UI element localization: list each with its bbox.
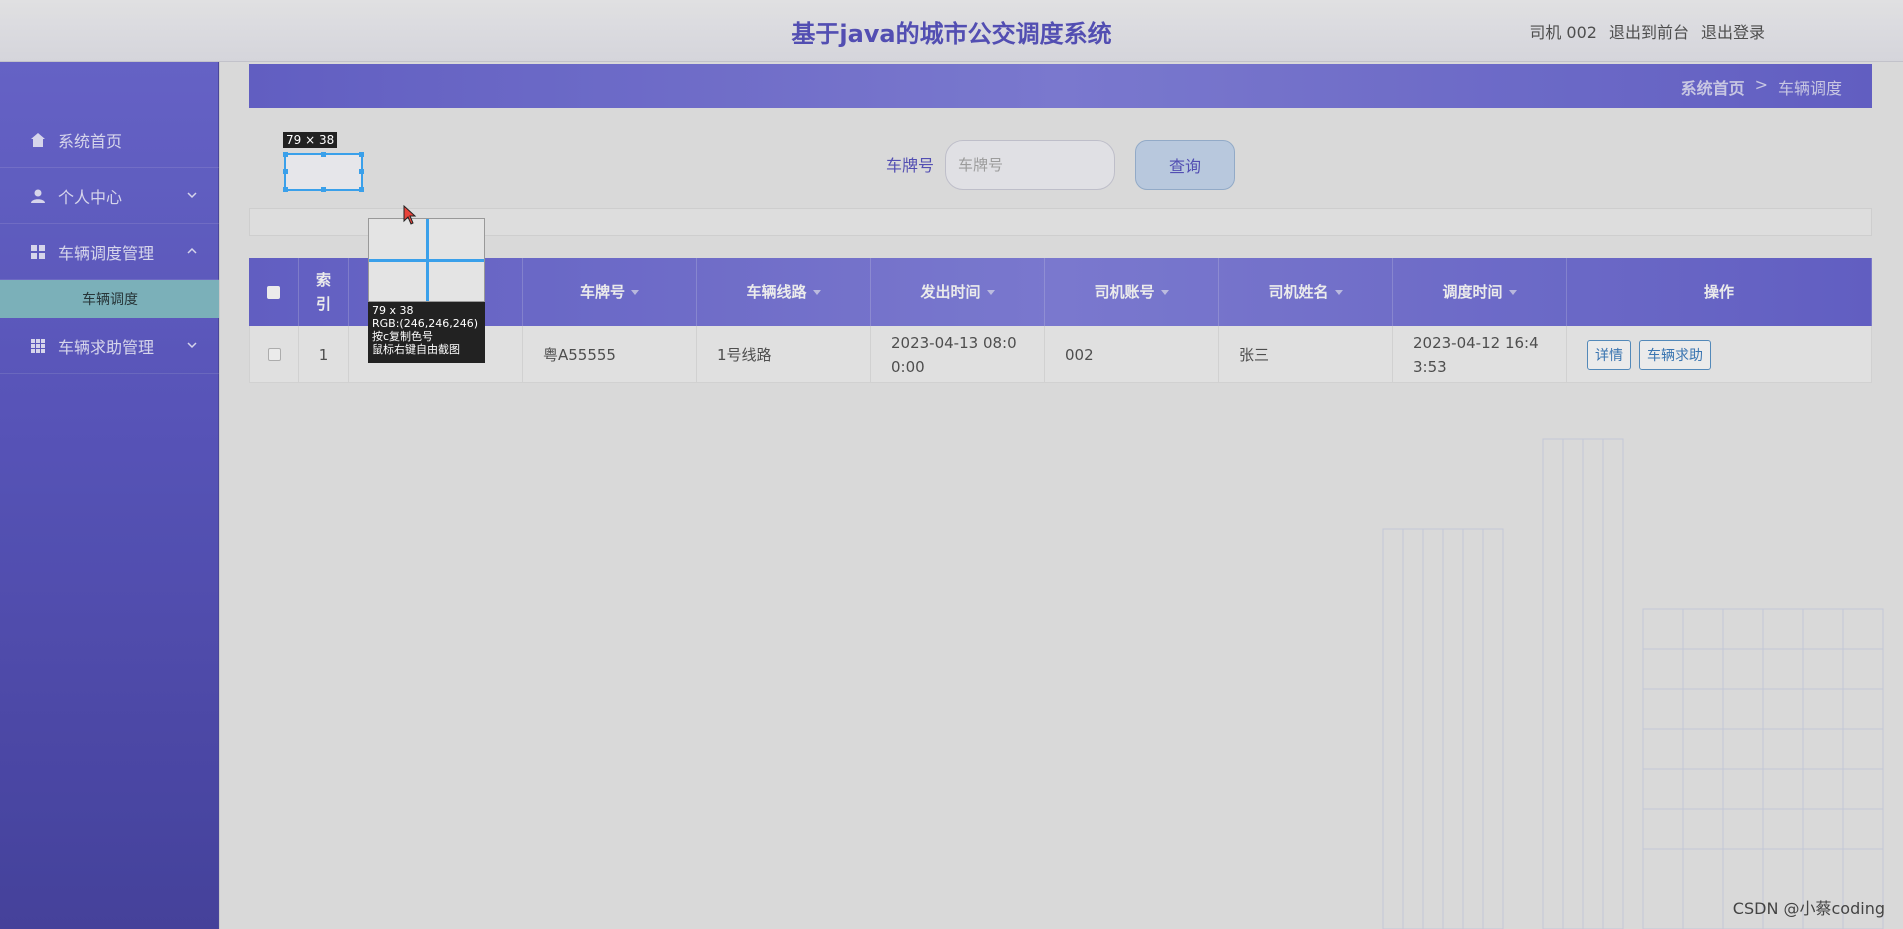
sort-icon [986, 289, 995, 295]
breadcrumb: 系统首页 > 车辆调度 [1681, 75, 1842, 99]
sidebar-item-label: 系统首页 [58, 131, 123, 151]
header-route[interactable]: 车辆线路 [697, 258, 871, 326]
sidebar-item-label: 车辆求助管理 [58, 337, 155, 357]
mouse-cursor-icon [403, 205, 417, 225]
header-driver-name-label: 司机姓名 [1268, 283, 1329, 301]
header-plate-label: 车牌号 [579, 283, 625, 301]
header-index: 索引 [299, 258, 349, 326]
header-actions: 操作 [1567, 258, 1872, 326]
header-plate[interactable]: 车牌号 [523, 258, 697, 326]
breadcrumb-separator: > [1754, 75, 1768, 94]
dispatch-table: 索引 车牌号 车辆线路 发出时间 司机账号 司机姓名 调度时间 操作 1 粤A5… [249, 258, 1872, 383]
header-depart[interactable]: 发出时间 [871, 258, 1045, 326]
watermark: CSDN @小蔡coding [1732, 899, 1885, 918]
header-dispatch-time[interactable]: 调度时间 [1393, 258, 1567, 326]
resize-handle[interactable] [283, 152, 288, 157]
resize-handle[interactable] [283, 169, 288, 174]
apps-icon [30, 338, 46, 354]
header-driver-account[interactable]: 司机账号 [1045, 258, 1219, 326]
magnifier-zoom [368, 218, 485, 302]
sort-icon [631, 289, 639, 295]
breadcrumb-current: 车辆调度 [1777, 79, 1842, 98]
back-to-front-link[interactable]: 退出到前台 [1609, 19, 1689, 43]
plate-search-label: 车牌号 [886, 156, 935, 175]
capture-magnifier: 79 x 38 RGB:(246,246,246) 按c复制色号 鼠标右键自由截… [368, 218, 485, 363]
header-checkbox-cell [249, 258, 299, 326]
search-button[interactable]: 查询 [1135, 140, 1235, 190]
building-background-image [1382, 438, 1884, 929]
mag-hint-copy: 按c复制色号 [372, 330, 434, 343]
resize-handle[interactable] [321, 152, 326, 157]
mag-hint-free: 鼠标右键自由截图 [372, 343, 460, 356]
home-icon [30, 132, 46, 148]
grid-icon [30, 244, 46, 260]
row-checkbox-cell [250, 326, 299, 383]
vehicle-help-button[interactable]: 车辆求助 [1639, 339, 1711, 370]
user-icon [30, 188, 46, 204]
cell-driver-account: 002 [1045, 326, 1219, 383]
cell-actions: 详情 车辆求助 [1567, 326, 1872, 383]
sort-icon [812, 289, 821, 295]
sort-icon [1334, 289, 1343, 295]
header-route-label: 车辆线路 [746, 283, 807, 301]
header-depart-label: 发出时间 [920, 283, 981, 301]
breadcrumb-home[interactable]: 系统首页 [1681, 75, 1745, 99]
header-actions-label: 操作 [1703, 283, 1734, 301]
sidebar-item-home[interactable]: 系统首页 [0, 112, 219, 168]
table-header: 索引 车牌号 车辆线路 发出时间 司机账号 司机姓名 调度时间 操作 [249, 258, 1872, 326]
select-all-checkbox[interactable] [267, 285, 280, 299]
mag-size: 79 x 38 [372, 304, 414, 317]
capture-selection-rect[interactable] [283, 152, 364, 192]
logout-link[interactable]: 退出登录 [1701, 19, 1765, 43]
breadcrumb-bar: 系统首页 > 车辆调度 [249, 64, 1872, 108]
sidebar-item-dispatch[interactable]: 车辆调度管理 [0, 224, 219, 280]
cell-route: 1号线路 [697, 326, 871, 383]
user-label: 司机 002 [1529, 23, 1597, 42]
cell-depart-text: 2023-04-13 08:00:00 [891, 333, 1017, 376]
detail-button[interactable]: 详情 [1587, 339, 1631, 370]
chevron-down-icon [187, 342, 197, 349]
header-index-label: 索引 [315, 271, 331, 313]
sidebar-item-label: 车辆调度管理 [58, 243, 155, 263]
capture-size-label: 79 × 38 [283, 132, 338, 148]
sidebar-item-profile[interactable]: 个人中心 [0, 168, 219, 224]
cell-dispatch-time-text: 2023-04-12 16:43:53 [1413, 333, 1539, 376]
chevron-down-icon [187, 192, 197, 199]
table-row: 1 粤A55555 1号线路 2023-04-13 08:00:00 002 张… [249, 326, 1872, 383]
sort-icon [1160, 289, 1169, 295]
resize-handle[interactable] [283, 187, 288, 192]
toolbar-strip [249, 208, 1872, 236]
resize-handle[interactable] [321, 187, 326, 192]
cell-plate: 粤A55555 [523, 326, 697, 383]
sidebar: 系统首页 个人中心 车辆调度管理 车辆调度 车辆求助管理 [0, 62, 219, 929]
magnifier-info: 79 x 38 RGB:(246,246,246) 按c复制色号 鼠标右键自由截… [368, 302, 485, 363]
header-driver-account-label: 司机账号 [1094, 283, 1155, 301]
sort-icon [1508, 289, 1517, 295]
chevron-up-icon [187, 247, 197, 254]
cell-index: 1 [299, 326, 349, 383]
top-links: 司机 002 退出到前台 退出登录 [1529, 19, 1765, 43]
sidebar-item-help[interactable]: 车辆求助管理 [0, 318, 219, 374]
cell-driver-name: 张三 [1219, 326, 1393, 383]
header-driver-name[interactable]: 司机姓名 [1219, 258, 1393, 326]
resize-handle[interactable] [359, 152, 364, 157]
header-dispatch-time-label: 调度时间 [1442, 283, 1503, 301]
sidebar-subitem-dispatch[interactable]: 车辆调度 [0, 280, 219, 318]
cell-dispatch-time: 2023-04-12 16:43:53 [1393, 326, 1567, 383]
plate-search-input[interactable] [945, 140, 1115, 190]
sidebar-item-label: 个人中心 [58, 187, 123, 207]
resize-handle[interactable] [359, 187, 364, 192]
crosshair-vertical [426, 219, 429, 301]
resize-handle[interactable] [359, 169, 364, 174]
cell-depart: 2023-04-13 08:00:00 [871, 326, 1045, 383]
main-content: 系统首页 > 车辆调度 车牌号 查询 索引 车牌号 车辆线路 发出时间 [220, 62, 1903, 929]
top-bar: 基于java的城市公交调度系统 司机 002 退出到前台 退出登录 [0, 0, 1903, 62]
row-checkbox[interactable] [267, 348, 281, 361]
mag-rgb: RGB:(246,246,246) [372, 317, 478, 330]
